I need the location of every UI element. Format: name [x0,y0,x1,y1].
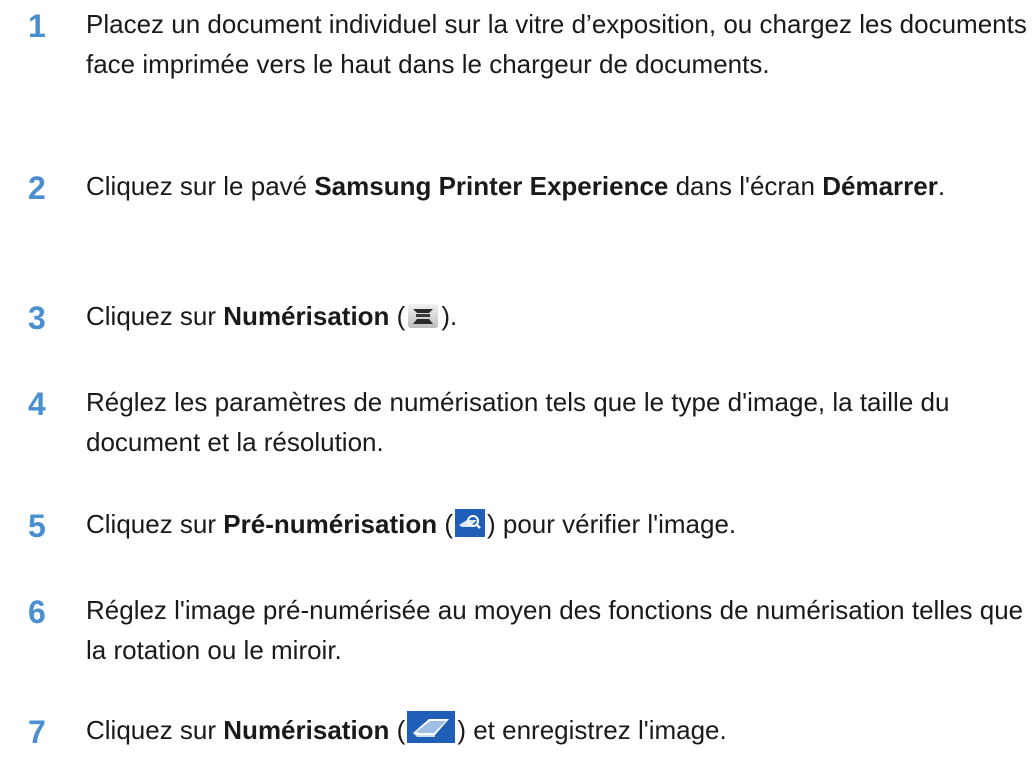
step-text: Cliquez sur Pré-numérisation ( ) pour vér… [86,504,1031,544]
step-text-bold: Numérisation [223,301,390,331]
step-text-bold: Samsung Printer Experience [314,171,669,201]
step-text-part: ( [389,301,406,331]
step-text: Cliquez sur le pavé Samsung Printer Expe… [86,166,1031,206]
step-number: 7 [28,714,46,750]
step-text-part: ) pour vérifier l'image. [487,509,737,539]
instructions-page: 1 Placez un document individuel sur la v… [0,0,1035,757]
preview-scan-icon [455,509,485,537]
step-text: Cliquez sur Numérisation (). [86,296,1031,336]
step-number: 5 [28,508,46,544]
step-text-bold: Pré-numérisation [223,509,438,539]
step-text: Réglez l'image pré-numérisée au moyen de… [86,595,1024,665]
step-text-bold: Démarrer [822,171,938,201]
step-text-part: Cliquez sur [86,301,224,331]
step-number: 6 [28,594,46,630]
step-number: 2 [28,170,46,206]
step-text-part: Cliquez sur le pavé [86,171,315,201]
step-number: 1 [28,8,46,44]
step-text-part: ( [389,715,406,745]
step-text-part: Cliquez sur [86,509,224,539]
step-text-part: dans l'écran [668,171,823,201]
step-number: 3 [28,300,46,336]
step-text: Réglez les paramètres de numérisation te… [86,387,950,457]
step-text-part: Cliquez sur [86,715,224,745]
step-text: Cliquez sur Numérisation ( ) et enregistr… [86,710,1031,750]
step-text-part: ). [441,301,458,331]
step-text-bold: Numérisation [223,715,390,745]
step-number: 4 [28,386,46,422]
step-text-part: ) et enregistrez l'image. [457,715,727,745]
step-text-part: ( [437,509,453,539]
step-text: Placez un document individuel sur la vit… [86,9,1027,79]
step-text-part: . [937,171,946,201]
scan-save-icon [407,711,456,743]
scanner-icon [407,303,439,329]
